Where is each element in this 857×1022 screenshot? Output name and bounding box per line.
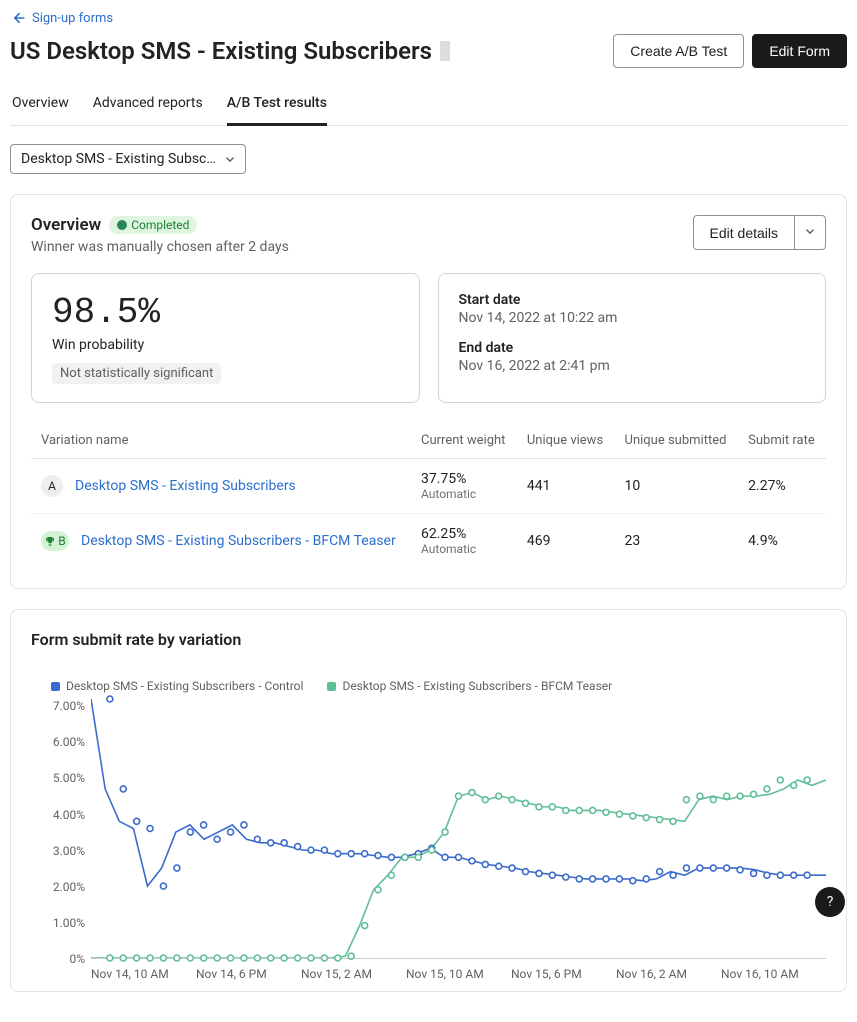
variations-table: Variation name Current weight Unique vie… — [31, 423, 826, 568]
tabs: Overview Advanced reports A/B Test results — [10, 84, 847, 126]
chart-legend: Desktop SMS - Existing Subscribers - Con… — [51, 679, 826, 693]
winner-badge: B — [41, 531, 69, 551]
variation-marker: A — [41, 475, 63, 497]
tab-a-b-test-results[interactable]: A/B Test results — [227, 85, 327, 126]
dates-box: Start date Nov 14, 2022 at 10:22 am End … — [438, 273, 827, 403]
win-probability-value: 98.5% — [52, 292, 399, 333]
table-row: B Desktop SMS - Existing Subscribers - BF… — [31, 514, 826, 569]
status-badge: Completed — [109, 216, 197, 234]
win-probability-label: Win probability — [52, 337, 399, 353]
col-name: Variation name — [31, 423, 411, 459]
end-date-label: End date — [459, 340, 806, 356]
legend-dot — [51, 682, 60, 691]
create-ab-button[interactable]: Create A/B Test — [613, 34, 744, 68]
chart-plot — [91, 699, 826, 959]
x-axis: Nov 14, 10 AMNov 14, 6 PMNov 15, 2 AMNov… — [91, 967, 826, 981]
trophy-icon — [44, 535, 56, 547]
start-date-value: Nov 14, 2022 at 10:22 am — [459, 310, 806, 326]
tab-overview[interactable]: Overview — [12, 85, 69, 126]
help-button[interactable]: ? — [815, 887, 845, 917]
edit-form-button[interactable]: Edit Form — [752, 34, 847, 68]
y-axis: 0%1.00%2.00%3.00%4.00%5.00%6.00%7.00% — [31, 699, 91, 959]
edit-details-dropdown[interactable] — [795, 215, 826, 250]
chevron-down-icon — [803, 224, 817, 238]
variation-link[interactable]: Desktop SMS - Existing Subscribers — [75, 478, 296, 494]
overview-subtitle: Winner was manually chosen after 2 days — [31, 239, 289, 255]
legend-item: Desktop SMS - Existing Subscribers - BFC… — [327, 679, 612, 693]
breadcrumb-label: Sign-up forms — [32, 11, 113, 26]
significance-badge: Not statistically significant — [52, 363, 221, 384]
chevron-down-icon — [223, 152, 237, 166]
breadcrumb-back[interactable]: Sign-up forms — [10, 10, 847, 26]
overview-title: Overview — [31, 215, 101, 235]
legend-item: Desktop SMS - Existing Subscribers - Con… — [51, 679, 303, 693]
chart-title: Form submit rate by variation — [31, 630, 826, 649]
col-submitted: Unique submitted — [615, 423, 739, 459]
page-title: US Desktop SMS - Existing Subscribers — [10, 37, 450, 65]
win-probability-box: 98.5% Win probability Not statistically … — [31, 273, 420, 403]
arrow-left-icon — [10, 10, 26, 26]
test-selector[interactable]: Desktop SMS - Existing Subscribers T… — [10, 144, 246, 174]
tab-advanced-reports[interactable]: Advanced reports — [93, 85, 203, 126]
edit-details-button[interactable]: Edit details — [693, 215, 795, 250]
title-cursor — [440, 41, 450, 61]
table-row: ADesktop SMS - Existing Subscribers37.75… — [31, 459, 826, 514]
variation-link[interactable]: Desktop SMS - Existing Subscribers - BFC… — [81, 533, 396, 549]
start-date-label: Start date — [459, 292, 806, 308]
col-weight: Current weight — [411, 423, 517, 459]
col-rate: Submit rate — [738, 423, 826, 459]
end-date-value: Nov 16, 2022 at 2:41 pm — [459, 358, 806, 374]
legend-dot — [327, 682, 336, 691]
col-views: Unique views — [517, 423, 615, 459]
